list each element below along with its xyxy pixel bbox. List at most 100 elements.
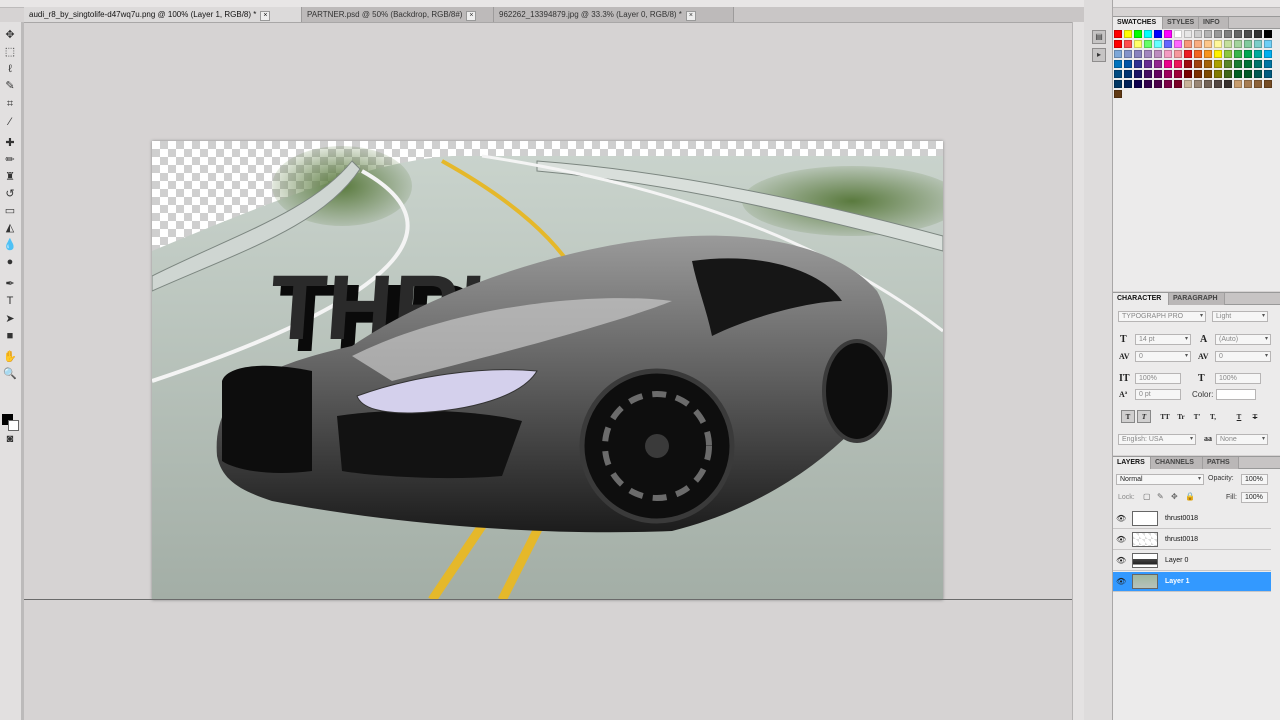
font-style-select[interactable]: Light ▾ — [1212, 311, 1268, 322]
paint-bucket-tool-icon[interactable]: ◭ — [3, 221, 17, 235]
zoom-tool-icon[interactable]: 🔍 — [3, 367, 17, 381]
color-swatch[interactable] — [1174, 80, 1182, 88]
leading-field[interactable]: (Auto) ▾ — [1215, 334, 1271, 345]
color-swatch[interactable] — [1154, 60, 1162, 68]
color-swatch[interactable] — [1144, 40, 1152, 48]
color-swatch[interactable] — [1154, 40, 1162, 48]
layer-row[interactable]: 👁 Layer 0 — [1113, 551, 1271, 571]
healing-brush-tool-icon[interactable]: ✚ — [3, 136, 17, 150]
color-swatch[interactable] — [1224, 40, 1232, 48]
vertical-scale-field[interactable]: 100% — [1135, 373, 1181, 384]
color-swatch[interactable] — [1134, 70, 1142, 78]
color-swatch[interactable] — [1214, 80, 1222, 88]
layer-row[interactable]: 👁 thrust0018 — [1113, 530, 1271, 550]
color-swatch[interactable] — [1254, 40, 1262, 48]
color-swatch[interactable] — [1244, 60, 1252, 68]
color-swatch[interactable] — [1114, 40, 1122, 48]
color-swatch[interactable] — [1264, 80, 1272, 88]
blend-mode-select[interactable]: Normal ▾ — [1116, 474, 1204, 485]
pen-tool-icon[interactable]: ✒ — [3, 277, 17, 291]
tab-962262[interactable]: 962262_13394879.jpg @ 33.3% (Layer 0, RG… — [494, 7, 734, 22]
path-selection-tool-icon[interactable]: ➤ — [3, 312, 17, 326]
color-swatch[interactable] — [1204, 40, 1212, 48]
color-swatch[interactable] — [1224, 60, 1232, 68]
color-swatch[interactable] — [1264, 30, 1272, 38]
underline-button[interactable]: T — [1232, 410, 1246, 423]
font-family-select[interactable]: TYPOGRAPH PRO ▾ — [1118, 311, 1206, 322]
color-swatch[interactable] — [1144, 70, 1152, 78]
brush-tool-icon[interactable]: ✏ — [3, 153, 17, 167]
tab-info[interactable]: INFO — [1199, 17, 1229, 29]
color-swatch[interactable] — [1174, 40, 1182, 48]
lock-position-icon[interactable]: ✥ — [1171, 492, 1178, 502]
color-swatch[interactable] — [1134, 50, 1142, 58]
color-swatch[interactable] — [1254, 30, 1262, 38]
color-swatch[interactable] — [1174, 50, 1182, 58]
horizontal-scale-field[interactable]: 100% — [1215, 373, 1261, 384]
color-swatch[interactable] — [1114, 70, 1122, 78]
color-swatch[interactable] — [1204, 30, 1212, 38]
color-swatch[interactable] — [1234, 50, 1242, 58]
color-swatch[interactable] — [1144, 30, 1152, 38]
color-swatch[interactable] — [1204, 60, 1212, 68]
tab-audi-r8[interactable]: audi_r8_by_singtolife-d47wq7u.png @ 100%… — [24, 7, 302, 22]
color-swatch[interactable] — [1184, 40, 1192, 48]
language-select[interactable]: English: USA ▾ — [1118, 434, 1196, 445]
color-swatch[interactable] — [1144, 80, 1152, 88]
lock-transparent-icon[interactable]: ▢ — [1143, 492, 1151, 502]
eyedropper-tool-icon[interactable]: ⁄ — [3, 115, 17, 129]
shape-tool-icon[interactable]: ■ — [3, 329, 17, 343]
color-swatch[interactable] — [1124, 80, 1132, 88]
color-swatch[interactable] — [1114, 50, 1122, 58]
color-swatch[interactable] — [1224, 70, 1232, 78]
color-swatch[interactable] — [1124, 60, 1132, 68]
color-swatch[interactable] — [1224, 80, 1232, 88]
color-swatch[interactable] — [1134, 30, 1142, 38]
text-color-swatch[interactable] — [1216, 389, 1256, 400]
color-swatch[interactable] — [1264, 50, 1272, 58]
fill-field[interactable]: 100% — [1241, 492, 1268, 503]
tab-channels[interactable]: CHANNELS — [1151, 457, 1203, 469]
subscript-button[interactable]: T, — [1206, 410, 1220, 423]
color-swatch[interactable] — [1234, 80, 1242, 88]
actions-panel-icon[interactable]: ▸ — [1092, 48, 1106, 62]
antialias-select[interactable]: None ▾ — [1216, 434, 1268, 445]
strikethrough-button[interactable]: T — [1248, 410, 1262, 423]
color-swatch[interactable] — [1164, 40, 1172, 48]
color-swatch[interactable] — [1134, 60, 1142, 68]
eye-icon[interactable]: 👁 — [1116, 535, 1126, 544]
color-swatch[interactable] — [1224, 50, 1232, 58]
color-swatch[interactable] — [1234, 30, 1242, 38]
history-brush-tool-icon[interactable]: ↺ — [3, 187, 17, 201]
color-swatch[interactable] — [1254, 80, 1262, 88]
color-swatch[interactable] — [1194, 30, 1202, 38]
color-swatch[interactable] — [1254, 60, 1262, 68]
color-swatch[interactable] — [1194, 50, 1202, 58]
color-swatch[interactable] — [1114, 60, 1122, 68]
eye-icon[interactable]: 👁 — [1116, 514, 1126, 523]
dodge-tool-icon[interactable]: ● — [3, 255, 17, 269]
color-swatch[interactable] — [1184, 80, 1192, 88]
color-swatch[interactable] — [1114, 80, 1122, 88]
color-swatch[interactable] — [1164, 30, 1172, 38]
eye-icon[interactable]: 👁 — [1116, 556, 1126, 565]
color-swatch[interactable] — [1154, 30, 1162, 38]
color-swatch[interactable] — [1254, 70, 1262, 78]
color-swatch[interactable] — [1124, 50, 1132, 58]
tab-paragraph[interactable]: PARAGRAPH — [1169, 293, 1225, 305]
color-swatch[interactable] — [1164, 80, 1172, 88]
color-swatch[interactable] — [1264, 60, 1272, 68]
tracking-field[interactable]: 0 ▾ — [1215, 351, 1271, 362]
color-swatch[interactable] — [1144, 60, 1152, 68]
color-swatch[interactable] — [1184, 70, 1192, 78]
swatch-grid[interactable] — [1114, 30, 1274, 106]
color-swatch[interactable] — [1194, 60, 1202, 68]
close-icon[interactable]: × — [466, 11, 477, 21]
color-swatch[interactable] — [1214, 70, 1222, 78]
opacity-field[interactable]: 100% — [1241, 474, 1268, 485]
type-tool-icon[interactable]: T — [3, 294, 17, 308]
color-swatch[interactable] — [1184, 60, 1192, 68]
tab-styles[interactable]: STYLES — [1163, 17, 1199, 29]
marquee-tool-icon[interactable]: ⬚ — [3, 45, 17, 59]
color-swatch[interactable] — [1214, 50, 1222, 58]
